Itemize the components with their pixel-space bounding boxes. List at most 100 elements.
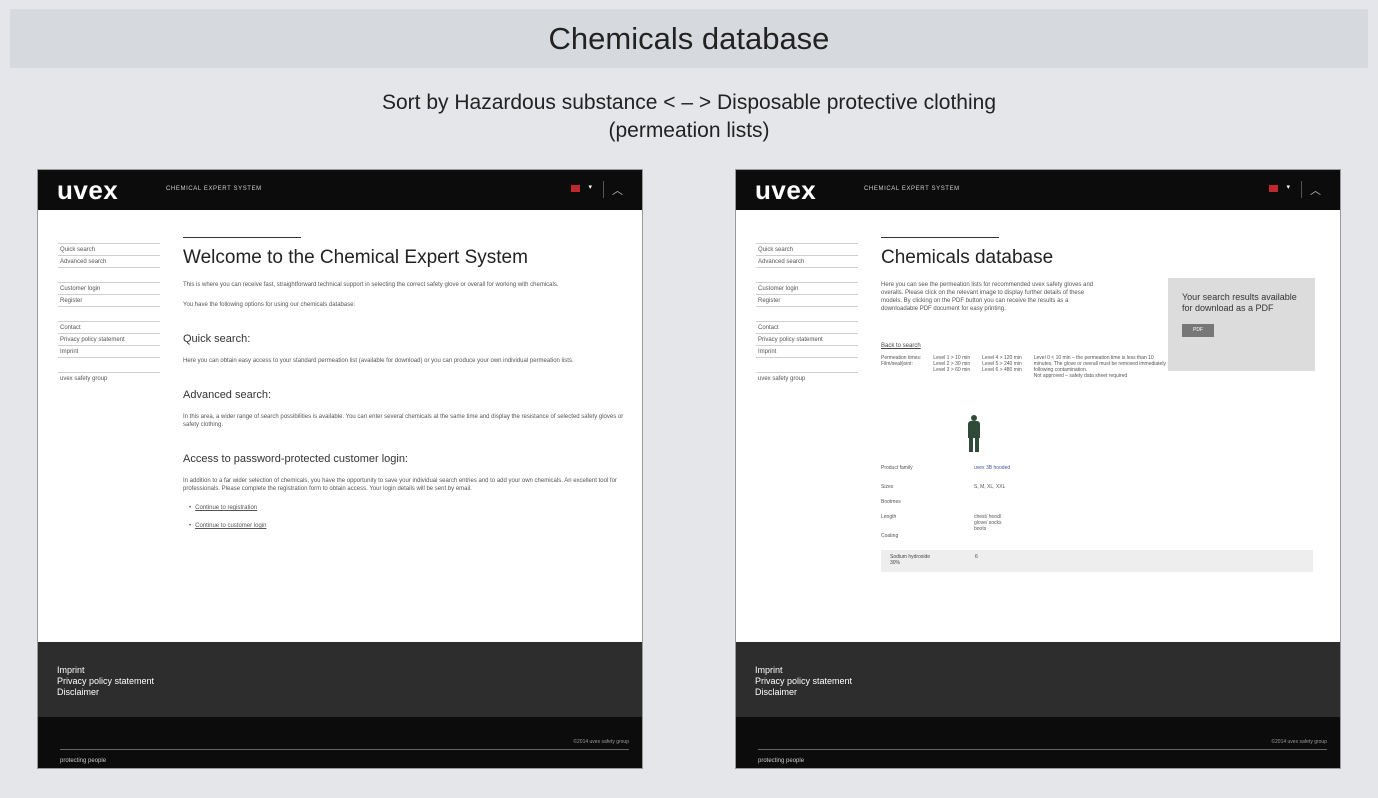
footer-links: Imprint Privacy policy statement Disclai… xyxy=(736,642,1340,717)
chevron-up-icon[interactable]: ︿ xyxy=(612,182,623,198)
options-text: You have the following options for using… xyxy=(183,302,356,308)
footer-rule xyxy=(60,749,629,750)
nav-privacy[interactable]: Privacy policy statement xyxy=(58,333,160,345)
chevron-up-icon[interactable]: ︿ xyxy=(1310,182,1321,198)
chevron-down-icon[interactable]: ▾ xyxy=(1286,183,1290,191)
nav-customer-login[interactable]: Customer login xyxy=(58,282,160,294)
footer-rule xyxy=(758,749,1327,750)
legend-levels-0: Level 0 < 10 min – the permeation time i… xyxy=(1033,355,1166,379)
bootmes-row: Bootmes xyxy=(881,499,1326,505)
legend-levels-1: Level 1 > 10 min Level 2 > 30 min Level … xyxy=(933,355,971,373)
top-bar: uvex CHEMICAL EXPERT SYSTEM ▾ ︿ xyxy=(38,170,642,210)
title-rule xyxy=(881,237,999,238)
page-title: Chemicals database xyxy=(881,247,1054,268)
nav-imprint[interactable]: Imprint xyxy=(58,345,160,357)
sizes-value: S, M, XL, XXL xyxy=(974,484,1006,490)
product-family-row: Product family uvex 3B hooded xyxy=(881,465,1326,471)
footer-links: Imprint Privacy policy statement Disclai… xyxy=(38,642,642,717)
subtitle-line-2: (permeation lists) xyxy=(608,119,770,142)
system-name: CHEMICAL EXPERT SYSTEM xyxy=(166,186,262,192)
side-nav: Quick search Advanced search Customer lo… xyxy=(756,243,858,384)
list-item: • Continue to customer login xyxy=(183,523,628,529)
title-rule xyxy=(183,237,301,238)
bullet: • xyxy=(189,523,192,529)
registration-link[interactable]: Continue to registration xyxy=(195,505,257,511)
nav-advanced-search[interactable]: Advanced search xyxy=(756,255,858,267)
copyright: ©2014 uvex safety group xyxy=(1271,739,1327,745)
footer-bottom: ©2014 uvex safety group protecting peopl… xyxy=(38,717,642,768)
pdf-button[interactable]: PDF xyxy=(1182,324,1214,337)
welcome-content: Welcome to the Chemical Expert System Th… xyxy=(183,237,628,529)
footer-imprint-link[interactable]: Imprint xyxy=(736,665,1340,676)
footer-bottom: ©2014 uvex safety group protecting peopl… xyxy=(736,717,1340,768)
nav-divider xyxy=(58,306,160,321)
nav-contact[interactable]: Contact xyxy=(756,321,858,333)
tagline: protecting people xyxy=(60,758,107,764)
chevron-down-icon[interactable]: ▾ xyxy=(588,183,592,191)
chemical-level: 6 xyxy=(975,554,978,560)
list-item: • Continue to registration xyxy=(183,505,628,511)
footer-disclaimer-link[interactable]: Disclaimer xyxy=(38,687,642,698)
table-row: Sodium hydroxide 30% 6 xyxy=(881,550,1313,572)
nav-register[interactable]: Register xyxy=(756,294,858,306)
footer-privacy-link[interactable]: Privacy policy statement xyxy=(736,676,1340,687)
sizes-row: Sizes S, M, XL, XXL xyxy=(881,484,1326,490)
nav-advanced-search[interactable]: Advanced search xyxy=(58,255,160,267)
coating-row: Coating xyxy=(881,533,1326,539)
login-heading: Access to password-protected customer lo… xyxy=(183,453,408,465)
copyright: ©2014 uvex safety group xyxy=(573,739,629,745)
uvex-logo[interactable]: uvex xyxy=(57,175,118,206)
customer-login-link[interactable]: Continue to customer login xyxy=(195,523,266,529)
nav-quick-search[interactable]: Quick search xyxy=(756,243,858,255)
bullet: • xyxy=(189,505,192,511)
divider xyxy=(603,181,604,198)
advanced-search-heading: Advanced search: xyxy=(183,389,272,401)
legend-levels-2: Level 4 > 120 min Level 5 > 240 min Leve… xyxy=(982,355,1022,373)
intro-text: Here you can see the permeation lists fo… xyxy=(881,282,1094,312)
footer-disclaimer-link[interactable]: Disclaimer xyxy=(736,687,1340,698)
nav-divider xyxy=(756,306,858,321)
coating-label: Coating xyxy=(881,533,899,539)
chemical-name: Sodium hydroxide 30% xyxy=(890,554,931,566)
uk-flag-icon[interactable] xyxy=(1269,185,1278,192)
nav-quick-search[interactable]: Quick search xyxy=(58,243,160,255)
intro-text: This is where you can receive fast, stra… xyxy=(183,282,559,288)
nav-privacy[interactable]: Privacy policy statement xyxy=(756,333,858,345)
welcome-page-screenshot: uvex CHEMICAL EXPERT SYSTEM ▾ ︿ Quick se… xyxy=(37,169,643,769)
sizes-label: Sizes xyxy=(881,484,894,490)
side-nav: Quick search Advanced search Customer lo… xyxy=(58,243,160,384)
protective-overall-image[interactable] xyxy=(966,415,982,452)
subtitle-line-1: Sort by Hazardous substance < – > Dispos… xyxy=(381,91,996,114)
bootmes-label: Bootmes xyxy=(881,499,901,505)
pdf-download-text: Your search results available for downlo… xyxy=(1182,292,1297,313)
nav-imprint[interactable]: Imprint xyxy=(756,345,858,357)
top-bar: uvex CHEMICAL EXPERT SYSTEM ▾ ︿ xyxy=(736,170,1340,210)
uvex-logo[interactable]: uvex xyxy=(755,175,816,206)
figure-leg xyxy=(975,437,979,452)
nav-customer-login[interactable]: Customer login xyxy=(756,282,858,294)
page-title: Welcome to the Chemical Expert System xyxy=(183,247,528,268)
footer-imprint-link[interactable]: Imprint xyxy=(38,665,642,676)
nav-register[interactable]: Register xyxy=(58,294,160,306)
nav-safety-group[interactable]: uvex safety group xyxy=(58,372,160,384)
product-family-value[interactable]: uvex 3B hooded xyxy=(974,465,1010,471)
length-label: Length xyxy=(881,514,897,520)
tagline: protecting people xyxy=(758,758,805,764)
length-value: chest/ hood/ glove/ socks boots xyxy=(974,514,1002,532)
pdf-download-box: Your search results available for downlo… xyxy=(1168,278,1315,371)
product-family-label: Product family xyxy=(881,465,913,471)
nav-divider xyxy=(58,267,160,282)
nav-safety-group[interactable]: uvex safety group xyxy=(756,372,858,384)
nav-contact[interactable]: Contact xyxy=(58,321,160,333)
divider xyxy=(1301,181,1302,198)
uk-flag-icon[interactable] xyxy=(571,185,580,192)
nav-divider xyxy=(58,357,160,372)
footer-privacy-link[interactable]: Privacy policy statement xyxy=(38,676,642,687)
nav-divider xyxy=(756,357,858,372)
advanced-search-text: In this area, a wider range of search po… xyxy=(183,414,624,428)
slide-subtitle: Sort by Hazardous substance < – > Dispos… xyxy=(0,89,1378,145)
length-row: Length chest/ hood/ glove/ socks boots xyxy=(881,514,1326,532)
figure-leg xyxy=(969,437,973,452)
chemicals-database-screenshot: uvex CHEMICAL EXPERT SYSTEM ▾ ︿ Quick se… xyxy=(735,169,1341,769)
quick-search-text: Here you can obtain easy access to your … xyxy=(183,358,574,364)
